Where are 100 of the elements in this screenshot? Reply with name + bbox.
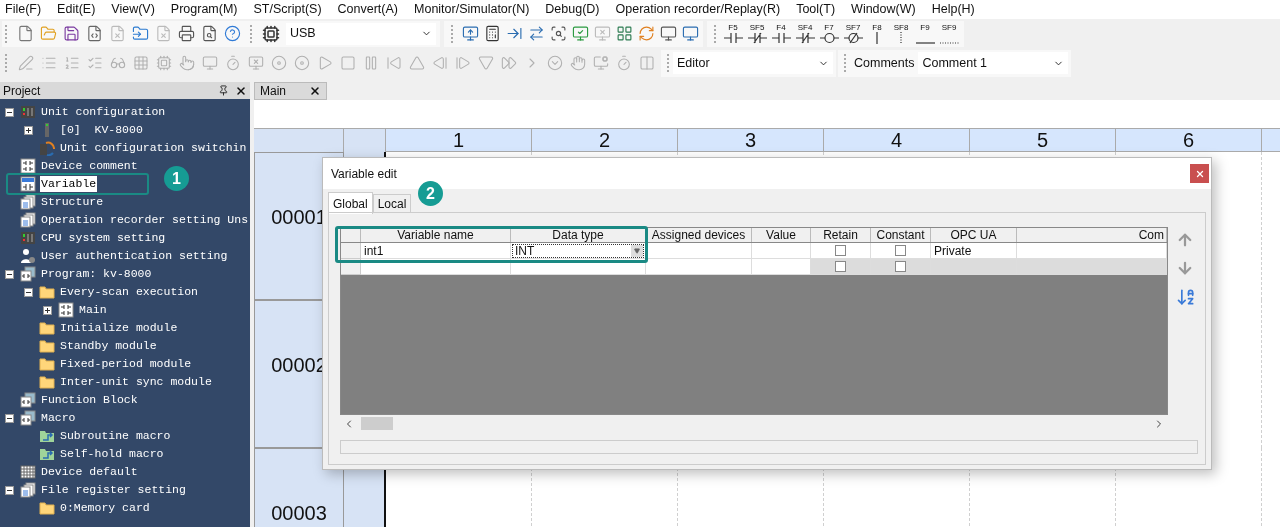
ladder-key-button[interactable]: F9 xyxy=(914,21,936,46)
move-down-icon[interactable] xyxy=(1176,259,1194,277)
step-back-icon[interactable] xyxy=(432,55,448,71)
tree-item[interactable]: Unit configuration switchin xyxy=(59,140,248,156)
close-button[interactable] xyxy=(1190,164,1209,183)
play-icon[interactable] xyxy=(317,55,333,71)
move-up-icon[interactable] xyxy=(1176,231,1194,249)
checkbox[interactable] xyxy=(895,261,906,272)
ladder-key-button[interactable]: F5 xyxy=(722,21,744,46)
table-cell[interactable]: int1 xyxy=(361,243,511,259)
tree-item[interactable]: Inter-unit sync module xyxy=(59,374,213,390)
ladder-key-button[interactable]: SF9 xyxy=(938,21,960,46)
tree-item[interactable]: Operation recorder setting Uns xyxy=(40,212,250,228)
toolbar-grip[interactable] xyxy=(844,54,847,72)
pause-icon[interactable] xyxy=(363,55,379,71)
file-icon[interactable] xyxy=(17,25,34,42)
table-cell[interactable] xyxy=(811,243,871,259)
data-type-dropdown[interactable]: INT xyxy=(512,243,644,258)
print-icon[interactable] xyxy=(178,25,195,42)
toolbar-grip[interactable] xyxy=(451,24,454,43)
tree-item[interactable]: Fixed-period module xyxy=(59,356,193,372)
list-icon[interactable] xyxy=(41,55,57,71)
tree-item[interactable]: 0:Memory card xyxy=(59,500,151,516)
tree-item[interactable]: Function Block xyxy=(40,392,139,408)
expand-toggle[interactable] xyxy=(43,305,52,315)
save-icon[interactable] xyxy=(63,25,80,42)
toolbar-grip[interactable] xyxy=(5,24,8,43)
tree-item[interactable]: Every-scan execution xyxy=(59,284,200,300)
tree-item[interactable]: Device comment xyxy=(40,158,139,174)
search-icon[interactable] xyxy=(550,25,567,42)
menu-item[interactable]: View(V) xyxy=(111,0,155,19)
grid-icon[interactable] xyxy=(616,25,633,42)
ladder-key-button[interactable]: F7 xyxy=(818,21,840,46)
fast-forward-icon[interactable] xyxy=(501,55,517,71)
tree-item[interactable]: Main xyxy=(78,302,108,318)
menu-item[interactable]: Help(H) xyxy=(931,0,975,19)
editor-tab[interactable]: Main xyxy=(254,82,327,100)
ladder-key-button[interactable]: F8 xyxy=(866,21,888,46)
menu-item[interactable]: Operation recorder/Replay(R) xyxy=(615,0,781,19)
mode-dropdown[interactable]: Editor xyxy=(673,52,833,74)
menu-item[interactable]: Debug(D) xyxy=(545,0,600,19)
close-icon[interactable] xyxy=(309,85,321,97)
menu-item[interactable]: ST/Script(S) xyxy=(253,0,322,19)
hand-icon[interactable] xyxy=(570,55,586,71)
monitor-icon[interactable] xyxy=(660,25,677,42)
monitor-icon[interactable] xyxy=(682,25,699,42)
tree-item[interactable]: CPU system setting xyxy=(40,230,167,246)
monitor-warning-icon[interactable] xyxy=(248,55,264,71)
collapse-toggle[interactable] xyxy=(5,413,14,423)
table-cell[interactable] xyxy=(752,259,811,275)
checklist-icon[interactable] xyxy=(87,55,103,71)
checkbox[interactable] xyxy=(895,245,906,256)
transfer-icon[interactable] xyxy=(506,25,523,42)
table-cell[interactable] xyxy=(1017,259,1167,275)
refresh-icon[interactable] xyxy=(638,25,655,42)
collapse-toggle[interactable] xyxy=(5,485,14,495)
glasses-icon[interactable] xyxy=(110,55,126,71)
pen-icon[interactable] xyxy=(18,55,34,71)
monitor-icon[interactable] xyxy=(462,25,479,42)
skip-back-icon[interactable] xyxy=(386,55,402,71)
table-cell[interactable] xyxy=(811,259,871,275)
toolbar-grip[interactable] xyxy=(667,54,670,72)
stop-icon[interactable] xyxy=(340,55,356,71)
folder-icon[interactable] xyxy=(132,25,149,42)
collapse-toggle[interactable] xyxy=(24,287,33,297)
menu-item[interactable]: Monitor/Simulator(N) xyxy=(414,0,530,19)
tree-item[interactable]: [0] KV-8000 xyxy=(59,122,144,138)
record-icon[interactable] xyxy=(294,55,310,71)
list-icon[interactable] xyxy=(64,55,80,71)
tree-item[interactable]: File register setting xyxy=(40,482,187,498)
timer-icon[interactable] xyxy=(225,55,241,71)
ladder-key-button[interactable]: SF4 xyxy=(794,21,816,46)
checkbox[interactable] xyxy=(835,245,846,256)
table-cell[interactable] xyxy=(871,243,931,259)
menu-item[interactable]: Convert(A) xyxy=(337,0,398,19)
comment-dropdown[interactable]: Comment 1 xyxy=(918,52,1069,74)
tree-item[interactable]: Unit configuration xyxy=(40,104,167,120)
menu-item[interactable]: Edit(E) xyxy=(57,0,96,19)
circle-down-icon[interactable] xyxy=(547,55,563,71)
file-icon[interactable] xyxy=(155,25,172,42)
timer-icon[interactable] xyxy=(616,55,632,71)
menu-item[interactable]: Program(M) xyxy=(170,0,238,19)
menu-item[interactable]: Window(W) xyxy=(851,0,916,19)
pin-icon[interactable] xyxy=(218,85,229,96)
ladder-key-button[interactable]: SF5 xyxy=(746,21,768,46)
table-cell[interactable] xyxy=(646,259,752,275)
tree-item[interactable]: Structure xyxy=(40,194,105,210)
checkbox[interactable] xyxy=(835,261,846,272)
triangle-down-icon[interactable] xyxy=(478,55,494,71)
dialog-tab[interactable]: Global xyxy=(328,192,373,214)
menu-item[interactable]: Tool(T) xyxy=(796,0,836,19)
monitor-icon[interactable] xyxy=(572,25,589,42)
toolbar-grip[interactable] xyxy=(250,24,253,43)
sort-icon[interactable] xyxy=(1176,287,1196,307)
file-icon[interactable] xyxy=(109,25,126,42)
tree-item[interactable]: User authentication setting xyxy=(40,248,229,264)
tree-item[interactable]: Initialize module xyxy=(59,320,179,336)
tree-item[interactable]: Subroutine macro xyxy=(59,428,172,444)
pointer-icon[interactable] xyxy=(179,55,195,71)
collapse-toggle[interactable] xyxy=(5,269,14,279)
